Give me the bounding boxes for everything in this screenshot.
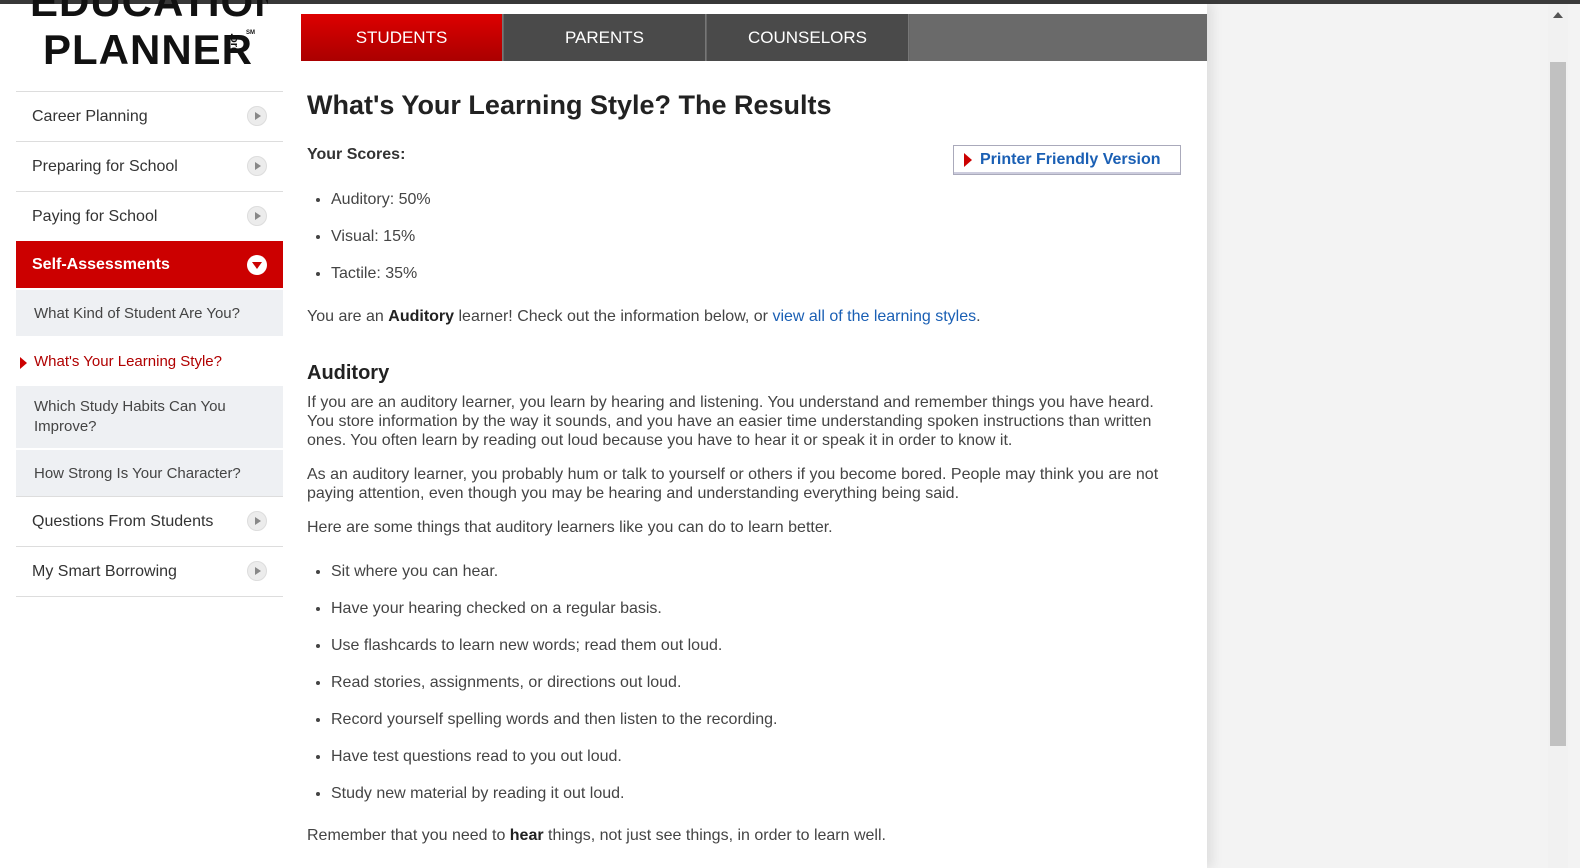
logo-line1: EDUCATION	[30, 0, 268, 25]
section-heading: Auditory	[307, 362, 390, 384]
play-circle-icon[interactable]	[247, 511, 267, 531]
sidebar-item-label: Questions From Students	[32, 512, 214, 530]
scrollbar-thumb[interactable]	[1550, 62, 1566, 746]
closing-bold: hear	[509, 827, 544, 844]
subnav-item-student-kind[interactable]: What Kind of Student Are You?	[16, 288, 283, 336]
paragraph-3: Here are some things that auditory learn…	[307, 519, 833, 536]
view-all-styles-link[interactable]: view all of the learning styles	[772, 308, 976, 325]
scores-label: Your Scores:	[307, 146, 406, 163]
tip-item: Use flashcards to learn new words; read …	[331, 636, 777, 673]
top-nav-tabs: STUDENTS PARENTS COUNSELORS	[301, 14, 1207, 61]
sidebar-item-preparing-for-school[interactable]: Preparing for School	[16, 141, 283, 191]
closing-suffix: things, not just see things, in order to…	[543, 827, 886, 844]
subnav-item-label: Which Study Habits Can You Improve?	[34, 398, 226, 435]
sidebar-subnav: What Kind of Student Are You? What's You…	[16, 288, 283, 496]
paragraph-2: As an auditory learner, you probably hum…	[307, 466, 1159, 502]
tip-item: Read stories, assignments, or directions…	[331, 673, 777, 710]
tab-parents[interactable]: PARENTS	[504, 14, 706, 61]
paragraph-1: If you are an auditory learner, you lear…	[307, 394, 1154, 449]
score-item: Visual: 15%	[331, 227, 431, 264]
result-style: Auditory	[388, 308, 455, 325]
closing-statement: Remember that you need to hear things, n…	[307, 826, 1177, 845]
sidebar-nav: Career Planning Preparing for School Pay…	[16, 91, 283, 597]
printer-friendly-button[interactable]: Printer Friendly Version	[953, 145, 1181, 175]
subnav-item-label: What's Your Learning Style?	[34, 352, 222, 370]
score-item: Auditory: 50%	[331, 190, 431, 227]
play-circle-icon[interactable]	[247, 106, 267, 126]
subnav-item-label: What Kind of Student Are You?	[34, 304, 240, 322]
sidebar-item-label: Career Planning	[32, 107, 148, 125]
play-circle-icon[interactable]	[247, 206, 267, 226]
sidebar-item-label: My Smart Borrowing	[32, 562, 177, 580]
subnav-item-study-habits[interactable]: Which Study Habits Can You Improve?	[16, 384, 283, 448]
play-circle-icon[interactable]	[247, 561, 267, 581]
result-statement: You are an Auditory learner! Check out t…	[307, 307, 1177, 326]
vertical-scrollbar[interactable]	[1548, 4, 1568, 868]
play-circle-icon[interactable]	[247, 156, 267, 176]
page-title: What's Your Learning Style? The Results	[307, 90, 832, 120]
printer-friendly-label: Printer Friendly Version	[980, 151, 1161, 168]
play-triangle-icon	[964, 153, 972, 167]
tip-item: Record yourself spelling words and then …	[331, 710, 777, 747]
logo-line2: PLANNER	[43, 26, 254, 70]
sidebar-item-label: Paying for School	[32, 207, 158, 225]
tip-item: Have your hearing checked on a regular b…	[331, 599, 777, 636]
result-middle: learner! Check out the information below…	[454, 308, 773, 325]
logo-suffix: .org	[228, 33, 240, 54]
scroll-up-arrow-icon[interactable]	[1553, 12, 1563, 18]
chevron-down-circle-icon[interactable]	[247, 255, 267, 275]
subnav-item-label: How Strong Is Your Character?	[34, 464, 241, 482]
sidebar-item-label: Self-Assessments	[32, 256, 170, 273]
sidebar-item-career-planning[interactable]: Career Planning	[16, 91, 283, 141]
tips-list: Sit where you can hear. Have your hearin…	[307, 562, 777, 821]
sidebar-item-self-assessments[interactable]: Self-Assessments	[16, 241, 283, 288]
subnav-item-learning-style[interactable]: What's Your Learning Style?	[16, 336, 283, 384]
result-prefix: You are an	[307, 308, 389, 325]
sidebar-item-questions-from-students[interactable]: Questions From Students	[16, 496, 283, 546]
tab-counselors[interactable]: COUNSELORS	[707, 14, 909, 61]
sidebar-item-label: Preparing for School	[32, 157, 178, 175]
sidebar-item-paying-for-school[interactable]: Paying for School	[16, 191, 283, 241]
logo-service-mark: SM	[246, 30, 255, 36]
sidebar-item-my-smart-borrowing[interactable]: My Smart Borrowing	[16, 546, 283, 596]
tip-item: Have test questions read to you out loud…	[331, 747, 777, 784]
result-suffix: .	[976, 308, 981, 325]
tab-bar-filler	[910, 14, 1207, 61]
subnav-item-character[interactable]: How Strong Is Your Character?	[16, 448, 283, 496]
tab-students[interactable]: STUDENTS	[301, 14, 503, 61]
sidebar-divider	[16, 596, 283, 597]
scores-list: Auditory: 50% Visual: 15% Tactile: 35%	[307, 190, 431, 301]
tip-item: Sit where you can hear.	[331, 562, 777, 599]
tip-item: Study new material by reading it out lou…	[331, 784, 777, 821]
score-item: Tactile: 35%	[331, 264, 431, 301]
closing-prefix: Remember that you need to	[307, 827, 510, 844]
logo[interactable]: EDUCATION PLANNER .org SM	[28, 0, 268, 70]
